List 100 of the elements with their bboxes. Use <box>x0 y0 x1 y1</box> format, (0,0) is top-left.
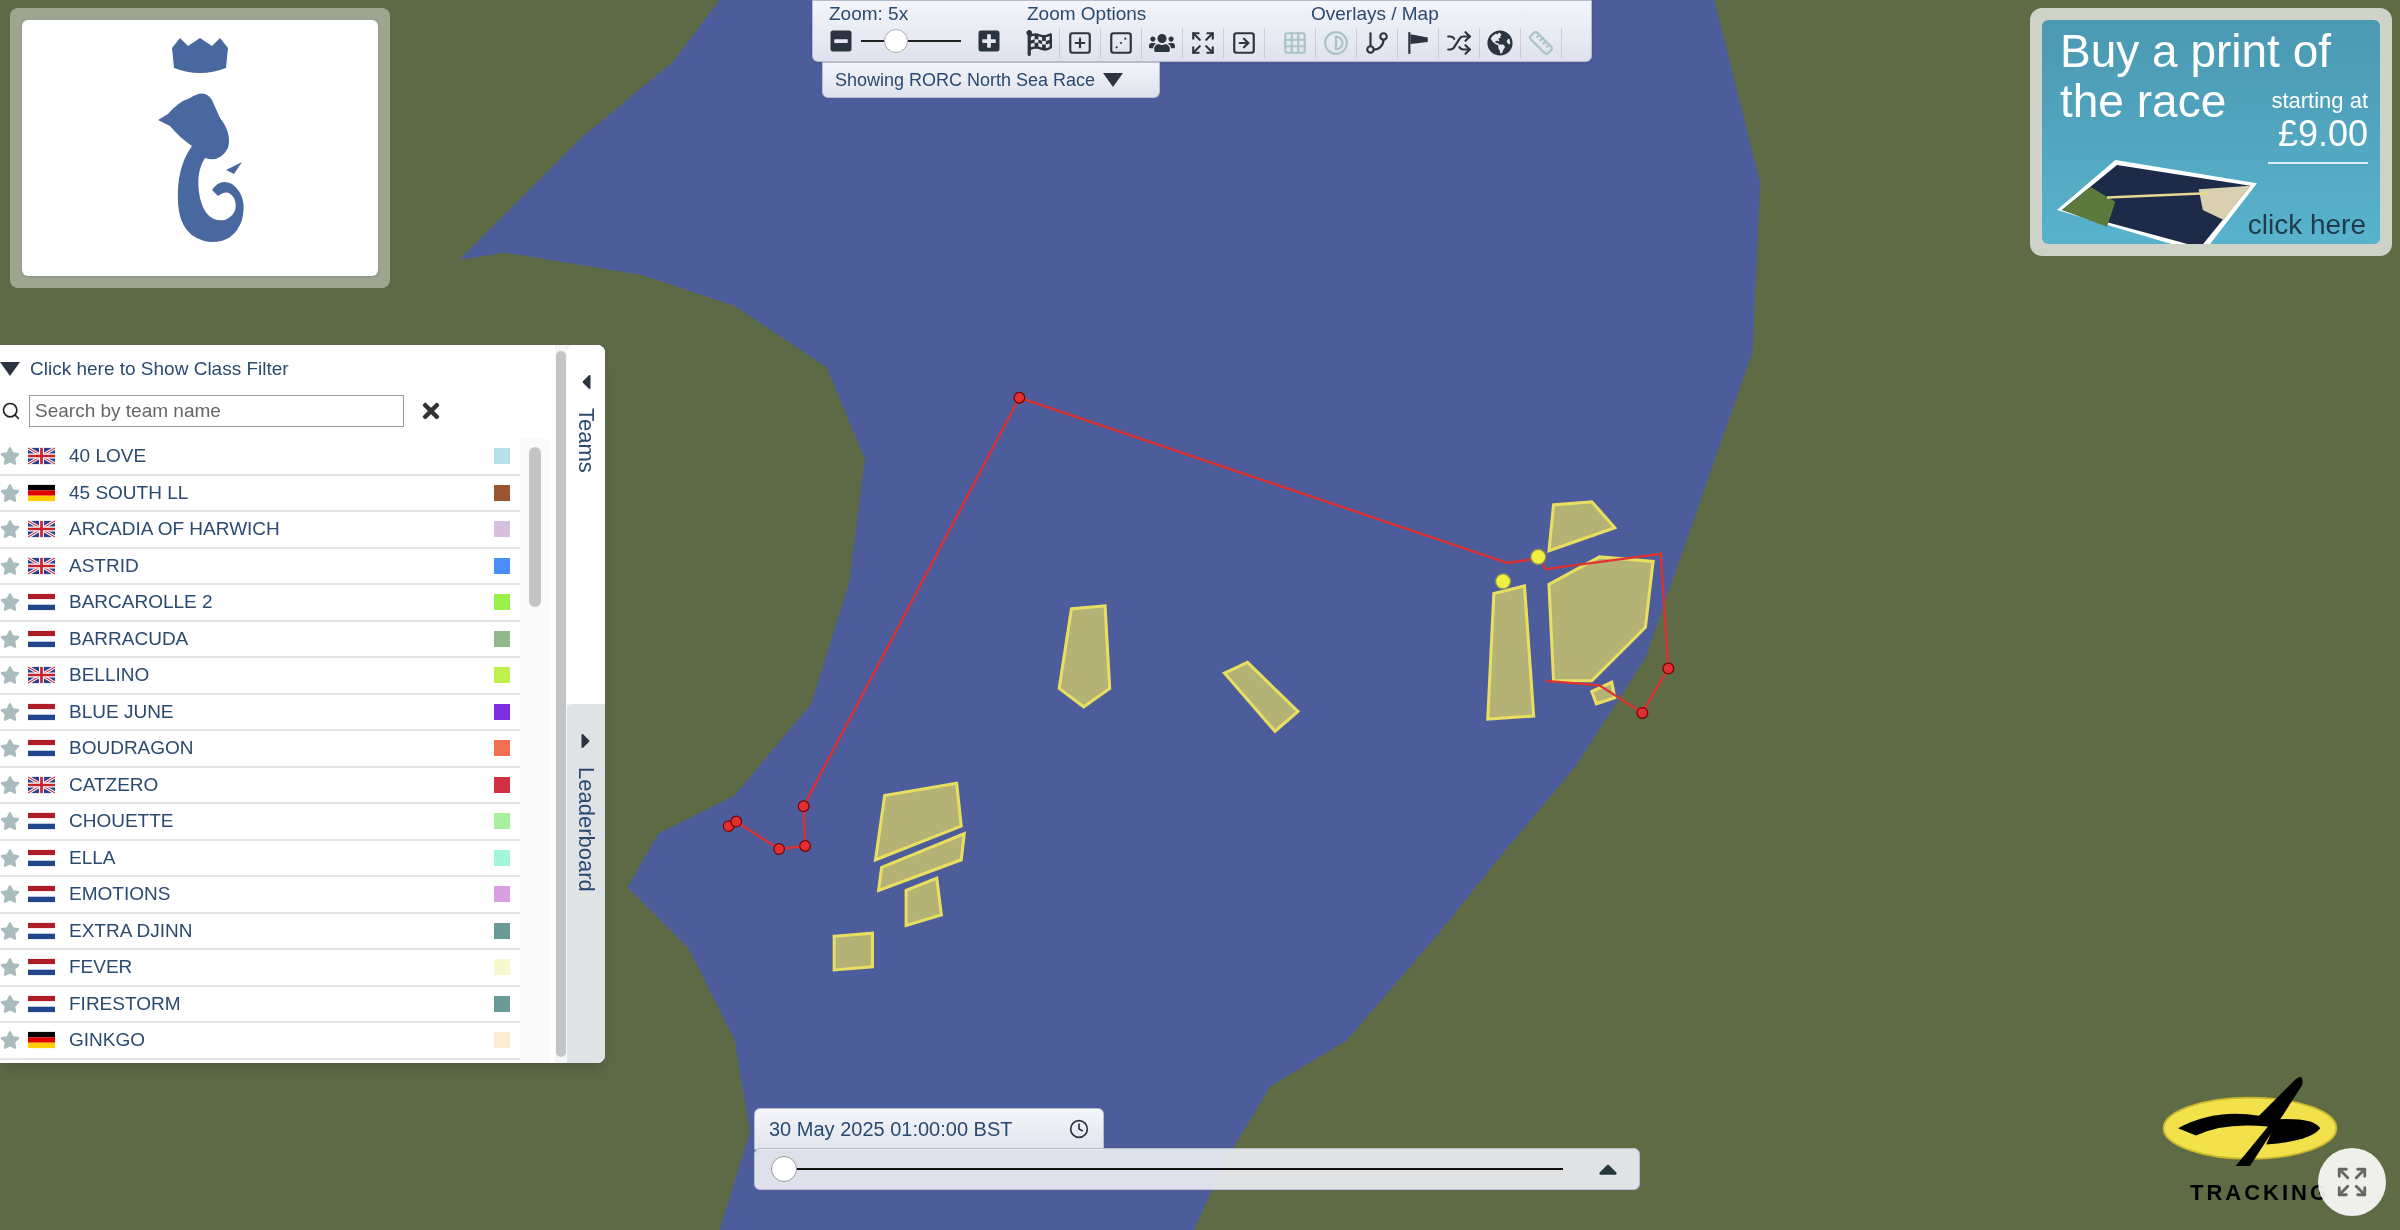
timeline-slider[interactable] <box>771 1156 1563 1182</box>
star-icon[interactable] <box>0 738 20 759</box>
star-icon[interactable] <box>0 665 20 686</box>
exclusion-zone <box>1547 500 1618 553</box>
arrow-right-icon[interactable] <box>1231 30 1257 56</box>
star-icon[interactable] <box>0 519 20 540</box>
search-field[interactable]: Search by team name <box>29 395 404 427</box>
team-name: CHOUETTE <box>69 809 174 833</box>
grid-icon[interactable] <box>1282 30 1308 56</box>
team-row[interactable]: FEVER <box>0 950 520 987</box>
star-icon[interactable] <box>0 774 20 795</box>
windsock-icon[interactable] <box>1405 30 1431 56</box>
flag-icon <box>28 775 55 794</box>
side-tab[interactable]: Leaderboard <box>567 704 605 1063</box>
side-tab[interactable]: Teams <box>567 345 605 704</box>
advert-headline: Buy a print of <box>2060 26 2332 76</box>
flag-icon <box>28 666 55 685</box>
caret-icon <box>0 362 20 376</box>
ruler-icon[interactable] <box>1528 30 1554 56</box>
star-icon[interactable] <box>0 811 20 832</box>
flag-icon <box>28 702 55 721</box>
star-icon[interactable] <box>0 701 20 722</box>
star-icon[interactable] <box>0 592 20 613</box>
flag-icon <box>28 921 55 940</box>
star-icon[interactable] <box>0 920 20 941</box>
price-label: starting at <box>2271 88 2368 114</box>
shuffle-icon[interactable] <box>1446 30 1472 56</box>
team-row[interactable]: CATZERO <box>0 767 520 804</box>
zoom-slider[interactable] <box>861 28 961 54</box>
team-name: BARCAROLLE 2 <box>69 590 213 614</box>
print-advert[interactable]: Buy a print of the race starting at £9.00 click here <box>2030 8 2392 256</box>
team-row[interactable]: BOUDRAGON <box>0 731 520 768</box>
team-name: BLUE JUNE <box>69 699 174 724</box>
zoom-label: Zoom: 5x <box>829 3 910 25</box>
team-row[interactable]: EXTRA DJINN <box>0 913 520 950</box>
flag-icon <box>28 958 55 977</box>
team-row[interactable]: FIRESTORM <box>0 986 520 1023</box>
price-text: £9.00 <box>2277 114 2368 154</box>
date-time-text: 30 May 2025 01:00:00 BST <box>769 1117 1013 1142</box>
flag-icon <box>28 556 55 575</box>
checkered-flag-icon[interactable] <box>1026 30 1052 56</box>
scrollbar-thumb[interactable] <box>556 351 566 1057</box>
flag-icon <box>28 1031 55 1050</box>
team-row[interactable]: EMOTIONS <box>0 877 520 914</box>
flag-icon <box>28 848 55 867</box>
team-name: EMOTIONS <box>69 882 171 906</box>
star-icon[interactable] <box>0 993 20 1014</box>
star-icon[interactable] <box>0 446 20 467</box>
team-row[interactable]: ELLA <box>0 840 520 877</box>
scrollbar-thumb[interactable] <box>529 447 541 607</box>
zoom-out-icon[interactable] <box>829 29 853 53</box>
flag-icon <box>28 994 55 1013</box>
team-row[interactable]: CHOUETTE <box>0 804 520 841</box>
dice-icon[interactable] <box>1108 30 1134 56</box>
star-icon[interactable] <box>0 847 20 868</box>
team-name: ARCADIA OF HARWICH <box>69 517 280 541</box>
flag-icon <box>28 520 55 539</box>
flag-icon <box>28 739 55 758</box>
team-name: EXTRA DJINN <box>69 918 193 943</box>
clock-icon[interactable] <box>1069 1119 1089 1139</box>
flag-icon <box>28 812 55 831</box>
star-icon[interactable] <box>0 482 20 503</box>
team-name: BARRACUDA <box>69 626 189 651</box>
search-icon <box>1 401 21 421</box>
flag-icon <box>28 593 55 612</box>
team-row[interactable]: GINKGO <box>0 1023 520 1060</box>
star-icon[interactable] <box>0 628 20 649</box>
team-row[interactable]: 40 LOVE <box>0 439 520 476</box>
team-row[interactable]: BARRACUDA <box>0 621 520 658</box>
zoom-options-label: Zoom Options <box>1027 3 1148 25</box>
team-row[interactable]: BARCAROLLE 2 <box>0 585 520 622</box>
flag-icon <box>28 885 55 904</box>
slider-thumb[interactable] <box>884 29 908 53</box>
exclusion-zone <box>832 931 874 972</box>
team-row[interactable]: ARCADIA OF HARWICH <box>0 512 520 549</box>
zoom-in-icon[interactable] <box>977 29 1001 53</box>
team-row[interactable]: 45 SOUTH LL <box>0 475 520 512</box>
overlays-label: Overlays / Map <box>1311 3 1440 25</box>
click-here-link[interactable]: click here <box>2247 210 2366 240</box>
star-icon[interactable] <box>0 884 20 905</box>
team-name: BOUDRAGON <box>69 736 194 760</box>
caret-icon <box>1103 73 1124 87</box>
star-icon[interactable] <box>0 1030 20 1051</box>
star-icon[interactable] <box>0 957 20 978</box>
flag-icon <box>28 483 55 502</box>
zoom-in-icon[interactable] <box>1067 30 1093 56</box>
race-selector[interactable]: Showing RORC North Sea Race <box>822 62 1160 98</box>
team-row[interactable]: BELLINO <box>0 658 520 695</box>
slider-thumb[interactable] <box>771 1156 797 1182</box>
team-row[interactable]: BLUE JUNE <box>0 694 520 731</box>
flag-icon <box>28 447 55 466</box>
contrast-icon[interactable] <box>1323 30 1349 56</box>
team-row[interactable]: ASTRID <box>0 548 520 585</box>
star-icon[interactable] <box>0 555 20 576</box>
team-name: FIRESTORM <box>69 991 181 1016</box>
advert-headline: the race <box>2060 76 2227 126</box>
expand-icon[interactable] <box>1190 30 1216 56</box>
branch-icon[interactable] <box>1364 30 1390 56</box>
class-filter-link[interactable]: Click here to Show Class Filter <box>30 354 289 384</box>
globe-icon[interactable] <box>1487 30 1513 56</box>
